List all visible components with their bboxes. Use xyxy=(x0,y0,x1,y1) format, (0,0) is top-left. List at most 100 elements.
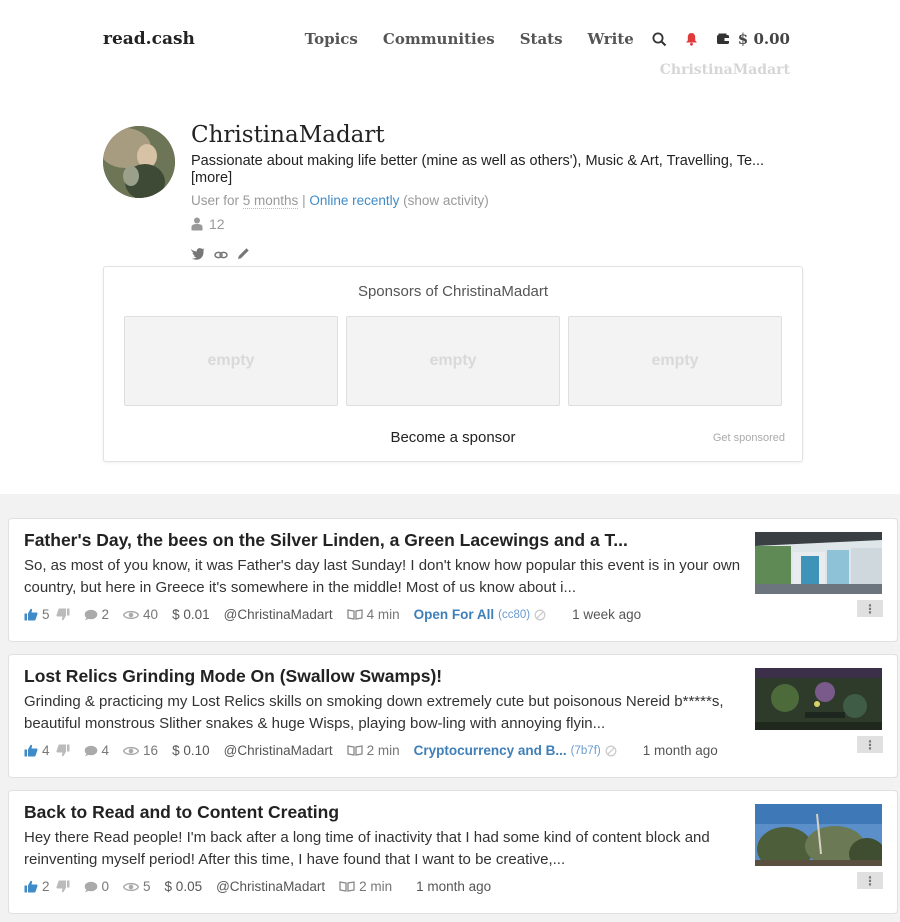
views: 5 xyxy=(123,879,151,894)
become-sponsor-button[interactable]: Become a sponsor xyxy=(104,429,802,446)
article-card[interactable]: Father's Day, the bees on the Silver Lin… xyxy=(8,518,898,642)
search-icon[interactable] xyxy=(652,32,667,47)
nav-topics[interactable]: Topics xyxy=(305,30,358,48)
site-logo[interactable]: read.cash xyxy=(103,29,195,49)
article-thumbnail[interactable] xyxy=(755,532,882,594)
sponsor-slot-3[interactable]: empty xyxy=(568,316,782,406)
comments-count: 4 xyxy=(101,743,110,758)
community-name: Cryptocurrency and B... xyxy=(413,743,567,758)
main-nav: Topics Communities Stats Write $ 0.00 xyxy=(305,30,790,48)
show-activity-link[interactable]: (show activity) xyxy=(403,193,489,208)
article-card[interactable]: Back to Read and to Content Creating Hey… xyxy=(8,790,898,914)
posted-ago: 1 month ago xyxy=(416,879,492,894)
community-name: Open For All xyxy=(413,607,495,622)
profile-meta: User for 5 months | Online recently (sho… xyxy=(191,193,489,209)
author-link[interactable]: @ChristinaMadart xyxy=(216,879,325,894)
sponsor-slot-1[interactable]: empty xyxy=(124,316,338,406)
bio-more-link[interactable]: [more] xyxy=(191,170,232,186)
get-sponsored-link[interactable]: Get sponsored xyxy=(713,432,785,444)
article-stats: 5 2 40 $ 0.01 @ChristinaMadart 4 min Ope… xyxy=(24,607,655,622)
eye-icon xyxy=(123,882,140,891)
edit-pencil-icon[interactable] xyxy=(237,247,250,265)
comments-count: 2 xyxy=(101,607,110,622)
ban-icon xyxy=(534,609,546,620)
comment-icon xyxy=(84,881,97,892)
wallet-icon[interactable] xyxy=(716,33,730,45)
book-icon xyxy=(339,881,355,892)
downvote-button[interactable] xyxy=(55,880,70,893)
article-menu-button[interactable]: ⋮ xyxy=(857,872,883,889)
community-code: (cc80) xyxy=(498,608,531,621)
meta-separator: | xyxy=(302,193,306,208)
community-link[interactable]: Cryptocurrency and B... (7b7f) xyxy=(414,743,617,758)
author-link[interactable]: @ChristinaMadart xyxy=(224,607,333,622)
sponsors-box: Sponsors of ChristinaMadart empty empty … xyxy=(103,266,803,462)
sponsor-slot-2[interactable]: empty xyxy=(346,316,560,406)
thumbs-down-icon xyxy=(55,744,70,757)
ban-icon xyxy=(605,745,617,756)
eye-icon xyxy=(123,746,140,755)
views-count: 16 xyxy=(143,743,159,758)
article-menu-button[interactable]: ⋮ xyxy=(857,736,883,753)
comments[interactable]: 4 xyxy=(84,743,110,758)
upvote-button[interactable]: 5 xyxy=(24,607,50,622)
thumbs-up-icon xyxy=(24,744,38,757)
article-thumbnail[interactable] xyxy=(755,804,882,866)
nav-stats[interactable]: Stats xyxy=(520,30,563,48)
social-links xyxy=(190,247,250,265)
followers-count[interactable]: 12 xyxy=(191,216,225,232)
nav-write[interactable]: Write xyxy=(588,30,634,48)
read-time-value: 4 min xyxy=(366,607,400,622)
read-time-value: 2 min xyxy=(366,743,400,758)
likes-count: 2 xyxy=(42,879,50,894)
user-icon xyxy=(191,217,203,231)
author-link[interactable]: @ChristinaMadart xyxy=(224,743,333,758)
article-title[interactable]: Father's Day, the bees on the Silver Lin… xyxy=(24,530,744,551)
thumbs-down-icon xyxy=(55,608,70,621)
upvote-button[interactable]: 2 xyxy=(24,879,50,894)
book-icon xyxy=(346,609,363,620)
read-time: 2 min xyxy=(346,743,400,758)
article-excerpt: Hey there Read people! I'm back after a … xyxy=(24,829,710,868)
upvote-button[interactable]: 4 xyxy=(24,743,50,758)
comments[interactable]: 0 xyxy=(84,879,109,894)
article-title[interactable]: Back to Read and to Content Creating xyxy=(24,802,744,823)
article-title[interactable]: Lost Relics Grinding Mode On (Swallow Sw… xyxy=(24,666,744,687)
header-username[interactable]: ChristinaMadart xyxy=(660,62,790,78)
community-link[interactable]: Open For All (cc80) xyxy=(414,607,546,622)
profile-bio: Passionate about making life better (min… xyxy=(191,153,791,187)
article-excerpt: Grinding & practicing my Lost Relics ski… xyxy=(24,693,724,732)
posted-ago: 1 week ago xyxy=(572,607,642,622)
link-icon[interactable] xyxy=(214,247,228,265)
article-card[interactable]: Lost Relics Grinding Mode On (Swallow Sw… xyxy=(8,654,898,778)
article-excerpt: So, as most of you know, it was Father's… xyxy=(24,557,741,596)
article-stats: 2 0 5 $ 0.05 @ChristinaMadart 2 min 1 mo… xyxy=(24,879,505,894)
comments[interactable]: 2 xyxy=(84,607,110,622)
twitter-icon[interactable] xyxy=(190,247,205,265)
article-thumbnail[interactable] xyxy=(755,668,882,730)
bell-icon[interactable] xyxy=(685,32,698,46)
book-icon xyxy=(346,745,363,756)
wallet-balance[interactable]: $ 0.00 xyxy=(738,30,790,48)
article-stats: 4 4 16 $ 0.10 @ChristinaMadart 2 min Cry… xyxy=(24,743,732,758)
article-menu-button[interactable]: ⋮ xyxy=(857,600,883,617)
community-code: (7b7f) xyxy=(570,744,601,757)
user-for-label: User for xyxy=(191,193,240,208)
online-status: Online recently xyxy=(309,193,400,208)
bio-text: Passionate about making life better (min… xyxy=(191,153,765,169)
downvote-button[interactable] xyxy=(55,608,70,621)
profile-avatar xyxy=(103,126,175,198)
downvote-button[interactable] xyxy=(55,744,70,757)
user-for-duration: 5 months xyxy=(242,193,299,209)
read-time-value: 2 min xyxy=(359,879,393,894)
earned-amount: $ 0.10 xyxy=(172,743,210,758)
views: 16 xyxy=(123,743,158,758)
followers-number: 12 xyxy=(209,216,225,232)
comment-icon xyxy=(84,745,97,756)
posted-ago: 1 month ago xyxy=(642,743,718,758)
likes-count: 4 xyxy=(42,743,50,758)
eye-icon xyxy=(123,610,140,619)
views-count: 5 xyxy=(143,879,151,894)
thumbs-up-icon xyxy=(24,608,38,621)
nav-communities[interactable]: Communities xyxy=(383,30,495,48)
